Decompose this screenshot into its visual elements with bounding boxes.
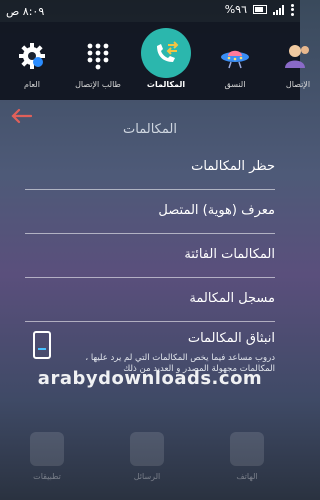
status-time: ٨:٠٩ ص <box>6 4 45 18</box>
battery-icon <box>253 5 267 14</box>
tab-calls[interactable]: المكالمات <box>136 22 196 100</box>
battery-text: %٩٦ <box>224 3 247 16</box>
dock-label: الرسائل <box>133 472 161 481</box>
dock-label: الهاتف <box>236 472 258 481</box>
tab-general[interactable]: العام <box>2 22 62 100</box>
top-tabs: العام طالب الإتصال المكالمات النسق الإتص… <box>0 22 310 100</box>
phone-popup-icon <box>33 331 51 359</box>
background-dock: تطبيقات الرسائل الهاتف <box>0 420 300 500</box>
status-bar: ٨:٠٩ ص %٩٦ <box>0 0 300 22</box>
setting-label: انبثاق المكالمات <box>187 331 275 346</box>
messages-icon <box>130 432 164 466</box>
setting-label: معرف (هوية) المتصل <box>158 203 275 218</box>
tab-theme[interactable]: النسق <box>205 22 265 100</box>
dialpad-icon <box>78 36 118 76</box>
setting-label: حظر المكالمات <box>191 159 275 174</box>
setting-label: المكالمات الفائتة <box>184 247 275 262</box>
setting-call-blocking[interactable]: حظر المكالمات <box>25 145 275 190</box>
dock-label: تطبيقات <box>33 472 61 481</box>
phone-icon <box>230 432 264 466</box>
tab-label: المكالمات <box>146 80 186 89</box>
tab-label: الإتصال <box>285 80 311 89</box>
phone-swap-icon <box>141 28 191 78</box>
menu-icon[interactable] <box>291 3 294 16</box>
tab-dialer[interactable]: طالب الإتصال <box>68 22 128 100</box>
tab-label: العام <box>24 80 40 89</box>
signal-icon <box>273 4 285 15</box>
watermark: arabydownloads.com <box>37 368 263 389</box>
tab-label: النسق <box>224 80 246 89</box>
status-icons: %٩٦ <box>225 3 294 16</box>
page-title: المكالمات <box>123 122 177 137</box>
setting-caller-id[interactable]: معرف (هوية) المتصل <box>25 189 275 234</box>
apps-icon <box>30 432 64 466</box>
tab-label: طالب الإتصال <box>75 80 121 89</box>
setting-missed-calls[interactable]: المكالمات الفائتة <box>25 233 275 278</box>
ufo-icon <box>215 36 255 76</box>
gear-icon <box>12 36 52 76</box>
contacts-icon <box>278 36 318 76</box>
setting-label: مسجل المكالمة <box>189 291 275 306</box>
tab-contacts[interactable]: الإتصال <box>268 22 320 100</box>
setting-call-recorder[interactable]: مسجل المكالمة <box>25 277 275 322</box>
